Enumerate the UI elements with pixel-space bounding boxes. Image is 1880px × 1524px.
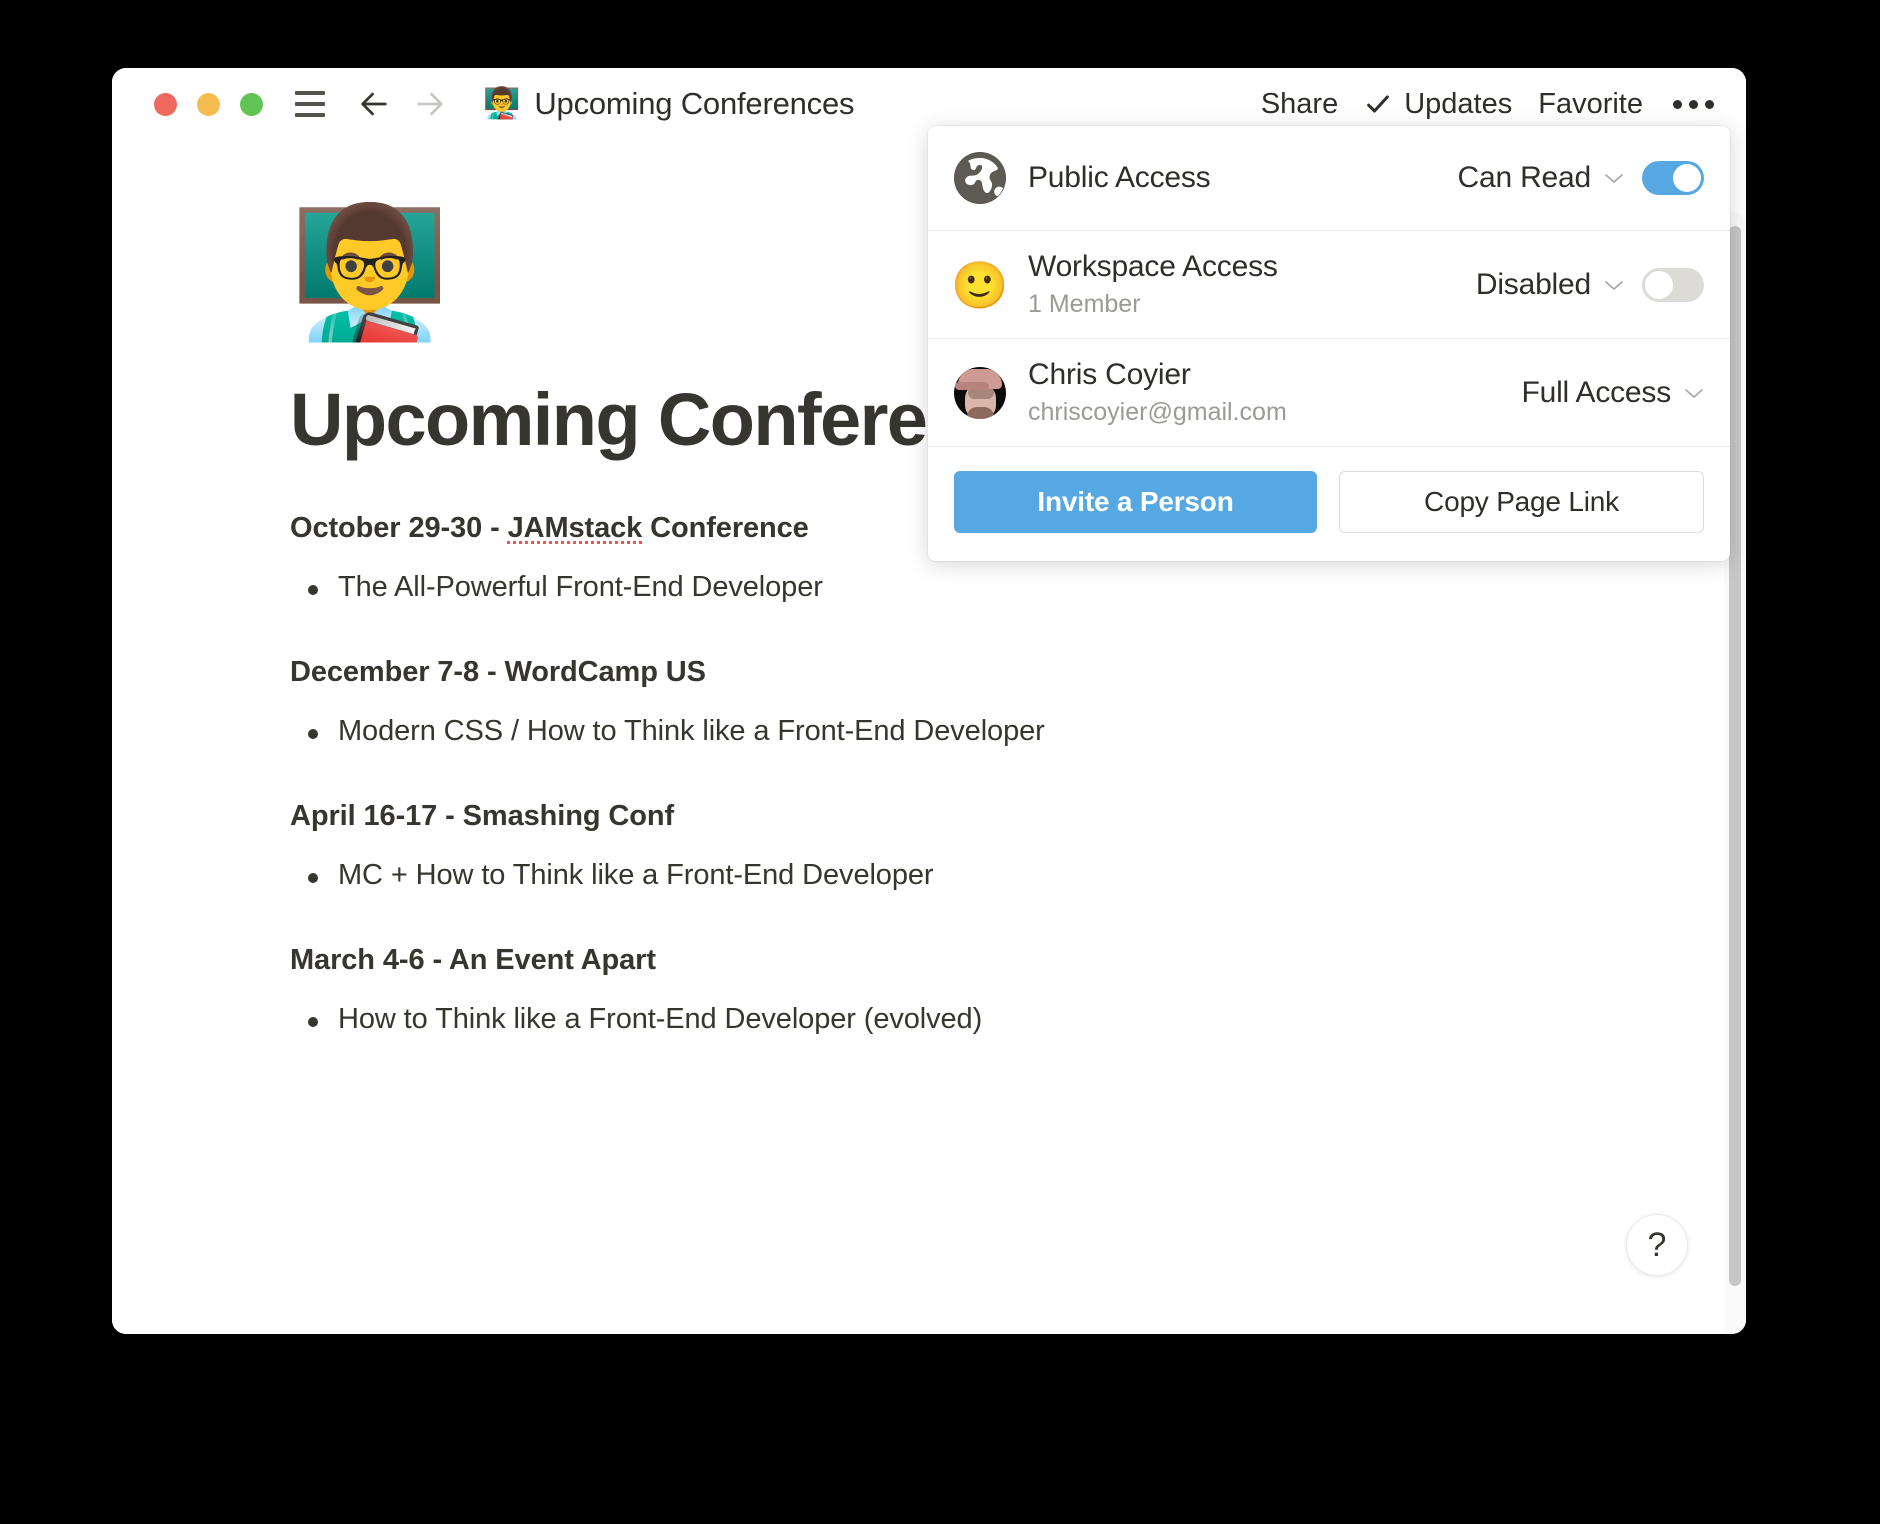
person-access-row: Chris Coyier chriscoyier@gmail.com Full … (928, 339, 1730, 447)
user-avatar (954, 366, 1006, 419)
navigation-arrows (357, 87, 447, 121)
public-access-permission-select[interactable]: Can Read (1458, 161, 1625, 195)
workspace-access-controls: Disabled (1476, 267, 1704, 302)
share-popover-footer: Invite a Person Copy Page Link (928, 447, 1730, 561)
document-identity[interactable]: 👨‍🏫 Upcoming Conferences (483, 86, 855, 122)
invite-a-person-button[interactable]: Invite a Person (954, 471, 1317, 533)
workspace-access-permission-label: Disabled (1475, 267, 1591, 301)
conference-entry: April 16-17 - Smashing Conf MC + How to … (290, 800, 1746, 892)
app-window: 👨‍🏫 Upcoming Conferences Share Updates F… (112, 68, 1746, 1334)
checkmark-icon (1364, 90, 1392, 118)
share-button[interactable]: Share (1261, 88, 1338, 121)
toggle-knob (1645, 270, 1673, 299)
public-access-row: Public Access Can Read (928, 126, 1730, 231)
public-access-text: Public Access (1028, 161, 1211, 195)
workspace-access-title: Workspace Access (1028, 250, 1278, 283)
zoom-window-button[interactable] (240, 92, 263, 116)
person-permission-select[interactable]: Full Access (1521, 376, 1704, 410)
public-access-controls: Can Read (1458, 161, 1704, 195)
scrollbar-thumb[interactable] (1729, 226, 1741, 1286)
chevron-down-icon (1684, 387, 1704, 399)
share-popover: Public Access Can Read 🙂 Workspace Acces… (928, 126, 1730, 561)
minimize-window-button[interactable] (197, 92, 220, 116)
person-permission-label: Full Access (1521, 375, 1671, 409)
person-text: Chris Coyier chriscoyier@gmail.com (1028, 358, 1287, 427)
conference-talk-item[interactable]: Modern CSS / How to Think like a Front-E… (290, 715, 1746, 748)
date-prefix: October 29-30 - (290, 512, 508, 545)
public-access-permission-label: Can Read (1457, 161, 1592, 194)
conference-list: October 29-30 - JAMstack Conference The … (290, 512, 1746, 1036)
updates-button[interactable]: Updates (1364, 88, 1512, 121)
copy-page-link-button[interactable]: Copy Page Link (1339, 471, 1704, 533)
conference-date-heading[interactable]: December 7-8 - WordCamp US (290, 656, 1746, 689)
smiley-face-icon: 🙂 (954, 258, 1006, 311)
titlebar-actions: Share Updates Favorite (1261, 88, 1720, 121)
person-controls: Full Access (1521, 376, 1704, 410)
toggle-knob (1673, 164, 1701, 192)
misspelled-word: JAMstack (507, 512, 643, 545)
back-arrow-icon[interactable] (357, 87, 391, 121)
chevron-down-icon (1604, 172, 1624, 184)
updates-label: Updates (1404, 87, 1513, 120)
hamburger-menu-icon[interactable] (295, 91, 325, 117)
workspace-access-text: Workspace Access 1 Member (1028, 250, 1278, 319)
conference-talk-item[interactable]: MC + How to Think like a Front-End Devel… (290, 859, 1746, 892)
document-title: Upcoming Conferences (534, 86, 855, 121)
document-emoji-icon: 👨‍🏫 (483, 87, 521, 120)
ellipsis-icon[interactable] (1669, 99, 1714, 109)
workspace-member-count: 1 Member (1028, 290, 1141, 318)
conference-entry: March 4-6 - An Event Apart How to Think … (290, 944, 1746, 1036)
workspace-access-row: 🙂 Workspace Access 1 Member Disabled (928, 231, 1730, 339)
person-name: Chris Coyier (1028, 358, 1191, 391)
conference-date-heading[interactable]: April 16-17 - Smashing Conf (290, 800, 1746, 833)
chevron-down-icon (1604, 279, 1624, 291)
forward-arrow-icon[interactable] (413, 87, 447, 121)
conference-date-heading[interactable]: March 4-6 - An Event Apart (290, 944, 1746, 977)
conference-talk-item[interactable]: How to Think like a Front-End Developer … (290, 1003, 1746, 1036)
date-suffix: Conference (642, 512, 809, 545)
window-controls (154, 92, 263, 116)
close-window-button[interactable] (154, 92, 177, 116)
public-access-toggle[interactable] (1642, 161, 1704, 195)
conference-entry: December 7-8 - WordCamp US Modern CSS / … (290, 656, 1746, 748)
globe-icon (954, 152, 1006, 204)
person-email: chriscoyier@gmail.com (1028, 398, 1287, 426)
conference-talk-item[interactable]: The All-Powerful Front-End Developer (290, 571, 1746, 604)
favorite-button[interactable]: Favorite (1538, 88, 1643, 121)
help-button[interactable]: ? (1626, 1214, 1688, 1276)
workspace-access-toggle[interactable] (1642, 267, 1704, 302)
workspace-access-permission-select[interactable]: Disabled (1476, 268, 1624, 302)
public-access-title: Public Access (1028, 161, 1211, 194)
